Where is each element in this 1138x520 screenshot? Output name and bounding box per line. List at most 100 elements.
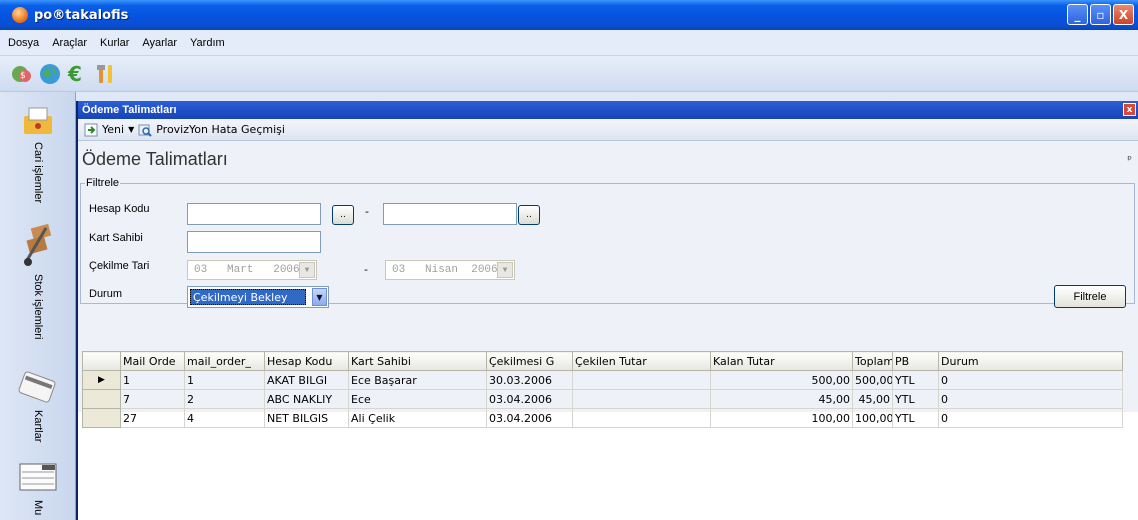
close-button[interactable]: X	[1113, 4, 1134, 25]
cell-kalan-tutar[interactable]: 45,00	[710, 389, 853, 409]
cell-kalan-tutar[interactable]: 500,00	[710, 370, 853, 390]
cell-durum[interactable]: 0	[938, 389, 1123, 409]
window-title: po®takalofis	[34, 7, 129, 23]
date-from-picker[interactable]: 03 Mart 2006 ▼	[187, 260, 317, 280]
cell-mail-order-id[interactable]: 1	[184, 370, 265, 390]
filter-button[interactable]: Filtrele	[1054, 285, 1126, 308]
cell-pb[interactable]: YTL	[892, 370, 939, 390]
hesap-kodu-from-input[interactable]	[187, 203, 321, 225]
sidebar-label-kartlar: Kartlar	[32, 410, 44, 443]
provision-error-history-button[interactable]: ProvizYon Hata Geçmişi	[138, 123, 285, 137]
cell-kalan-tutar[interactable]: 100,00	[710, 408, 853, 428]
row-selector[interactable]	[82, 408, 121, 428]
dropdown-arrow-icon: ▼	[128, 125, 135, 134]
kart-sahibi-input[interactable]	[187, 231, 321, 253]
hesap-kodu-to-input[interactable]	[383, 203, 517, 225]
col-toplam-tutar[interactable]: Toplam Tutar	[852, 351, 893, 371]
euro-icon[interactable]: €	[66, 62, 90, 86]
table-row[interactable]: 7 2 ABC NAKLIY Ece 03.04.2006 45,00 45,0…	[82, 389, 1123, 409]
col-mail-order[interactable]: Mail Orde	[120, 351, 185, 371]
col-kart-sahibi[interactable]: Kart Sahibi	[348, 351, 487, 371]
menu-ayarlar[interactable]: Ayarlar	[142, 37, 177, 49]
restore-button[interactable]: ▫	[1090, 4, 1111, 25]
table-row[interactable]: ▶ 1 1 AKAT BILGI Ece Başarar 30.03.2006 5…	[82, 370, 1123, 390]
menu-dosya[interactable]: Dosya	[8, 37, 39, 49]
durum-label: Durum	[89, 288, 123, 300]
cell-mail-order-id[interactable]: 2	[184, 389, 265, 409]
new-button-label: Yeni	[102, 123, 125, 136]
cell-hesap-kodu[interactable]: AKAT BILGI	[264, 370, 349, 390]
col-hesap-kodu[interactable]: Hesap Kodu	[264, 351, 349, 371]
cell-pb[interactable]: YTL	[892, 408, 939, 428]
cell-mail-order[interactable]: 27	[120, 408, 185, 428]
cell-cekilmesi-gereken[interactable]: 03.04.2006	[486, 408, 573, 428]
cell-toplam-tutar[interactable]: 500,00	[852, 370, 893, 390]
cell-kart-sahibi[interactable]: Ece Başarar	[348, 370, 487, 390]
pin-icon[interactable]: ᵖ	[1127, 153, 1132, 166]
col-durum[interactable]: Durum	[938, 351, 1123, 371]
durum-select[interactable]: Çekilmeyi Bekley ▼	[187, 286, 329, 308]
date-to-dropdown-icon[interactable]: ▼	[497, 262, 513, 278]
col-kalan-tutar[interactable]: Kalan Tutar	[710, 351, 853, 371]
inner-close-button[interactable]: x	[1123, 103, 1136, 116]
date-from-dropdown-icon[interactable]: ▼	[299, 262, 315, 278]
cell-durum[interactable]: 0	[938, 370, 1123, 390]
cell-mail-order[interactable]: 7	[120, 389, 185, 409]
table-row[interactable]: 27 4 NET BILGIS Ali Çelik 03.04.2006 100…	[82, 408, 1123, 428]
cell-hesap-kodu[interactable]: NET BILGIS	[264, 408, 349, 428]
date-to-picker[interactable]: 03 Nisan 2006 ▼	[385, 260, 515, 280]
range-dash: -	[365, 205, 369, 218]
sidebar-label-stok: Stok işlemleri	[32, 274, 44, 340]
row-selector[interactable]	[82, 389, 121, 409]
cell-cekilmesi-gereken[interactable]: 03.04.2006	[486, 389, 573, 409]
durum-selected-value: Çekilmeyi Bekley	[190, 289, 306, 305]
sidebar-label-cari: Cari işlemler	[32, 142, 44, 204]
inner-window-title: Ödeme Talimatları	[78, 101, 1138, 119]
col-cekilmesi-gereken[interactable]: Çekilmesi G	[486, 351, 573, 371]
menu-bar: Dosya Araçlar Kurlar Ayarlar Yardım	[0, 30, 1138, 56]
new-icon	[84, 123, 98, 136]
date-to-value: 03 Nisan 2006	[392, 264, 498, 276]
globe-icon[interactable]	[38, 62, 62, 86]
sidebar-label-mu: Mu	[32, 500, 44, 516]
cell-mail-order[interactable]: 1	[120, 370, 185, 390]
cell-pb[interactable]: YTL	[892, 389, 939, 409]
sidebar-item-cari-islemler[interactable]: Cari işlemler	[0, 106, 76, 203]
menu-yardim[interactable]: Yardım	[190, 37, 225, 49]
cell-mail-order-id[interactable]: 4	[184, 408, 265, 428]
cell-cekilen-tutar[interactable]	[572, 389, 711, 409]
hesap-kodu-label: Hesap Kodu	[89, 203, 150, 215]
tools-icon[interactable]	[94, 62, 118, 86]
page-title: Ödeme Talimatları	[82, 149, 228, 169]
hesap-kodu-from-lookup-button[interactable]: ..	[332, 205, 354, 225]
sidebar-item-stok-islemleri[interactable]: Stok işlemleri	[0, 222, 76, 339]
col-pb[interactable]: PB	[892, 351, 939, 371]
cell-kart-sahibi[interactable]: Ece	[348, 389, 487, 409]
col-cekilen-tutar[interactable]: Çekilen Tutar	[572, 351, 711, 371]
svg-text:$: $	[20, 71, 26, 81]
row-selector-icon[interactable]: ▶	[82, 370, 121, 390]
minimize-button[interactable]: _	[1067, 4, 1088, 25]
hesap-kodu-to-lookup-button[interactable]: ..	[518, 205, 540, 225]
cell-cekilen-tutar[interactable]	[572, 370, 711, 390]
sidebar: Cari işlemler Stok işlemleri Kartlar Mu	[0, 92, 76, 520]
durum-dropdown-icon[interactable]: ▼	[312, 288, 327, 306]
currency-settings-icon[interactable]: $	[10, 62, 34, 86]
menu-kurlar[interactable]: Kurlar	[100, 37, 129, 49]
magnifier-icon	[138, 124, 152, 137]
svg-text:€: €	[67, 62, 82, 86]
cell-cekilmesi-gereken[interactable]: 30.03.2006	[486, 370, 573, 390]
cell-kart-sahibi[interactable]: Ali Çelik	[348, 408, 487, 428]
sidebar-item-kartlar[interactable]: Kartlar	[0, 370, 76, 442]
new-button[interactable]: Yeni ▼	[84, 123, 134, 137]
cell-toplam-tutar[interactable]: 45,00	[852, 389, 893, 409]
cell-durum[interactable]: 0	[938, 408, 1123, 428]
sidebar-item-mu[interactable]: Mu	[0, 460, 76, 515]
cell-cekilen-tutar[interactable]	[572, 408, 711, 428]
cell-toplam-tutar[interactable]: 100,00	[852, 408, 893, 428]
col-mail-order-id[interactable]: mail_order_	[184, 351, 265, 371]
title-bar: po®takalofis _ ▫ X	[0, 0, 1138, 30]
kart-sahibi-label: Kart Sahibi	[89, 232, 143, 244]
menu-araclar[interactable]: Araçlar	[52, 37, 87, 49]
cell-hesap-kodu[interactable]: ABC NAKLIY	[264, 389, 349, 409]
